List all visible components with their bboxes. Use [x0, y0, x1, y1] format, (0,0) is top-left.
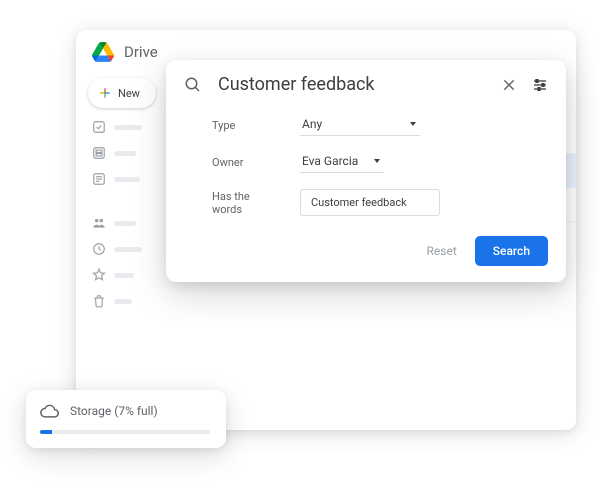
- chevron-down-icon: [410, 122, 416, 126]
- chevron-down-icon: [374, 159, 380, 163]
- storage-progress: [40, 430, 210, 434]
- sidebar: New: [76, 70, 162, 316]
- storage-card[interactable]: Storage (7% full): [26, 390, 226, 448]
- sidebar-item[interactable]: [92, 146, 152, 160]
- search-icon: [184, 76, 202, 94]
- new-button[interactable]: New: [88, 78, 156, 108]
- filter-owner-row: Owner Eva Garcia: [212, 152, 544, 173]
- clock-icon: [92, 242, 106, 256]
- search-button[interactable]: Search: [475, 236, 548, 266]
- people-icon: [92, 216, 106, 230]
- tune-icon[interactable]: [532, 77, 548, 93]
- new-button-label: New: [118, 87, 140, 100]
- drive-logo-icon: [92, 42, 114, 62]
- star-icon: [92, 268, 106, 282]
- storage-square-icon: [92, 146, 106, 160]
- sidebar-item[interactable]: [92, 172, 152, 186]
- close-icon[interactable]: [502, 78, 516, 92]
- plus-icon: [98, 86, 112, 100]
- reset-button[interactable]: Reset: [427, 244, 457, 258]
- filter-type-select[interactable]: Any: [300, 115, 420, 136]
- filter-owner-select[interactable]: Eva Garcia: [300, 152, 384, 173]
- sidebar-item[interactable]: [92, 242, 152, 256]
- trash-icon: [92, 294, 106, 308]
- sidebar-item[interactable]: [92, 216, 152, 230]
- sidebar-item[interactable]: [92, 120, 152, 134]
- filter-owner-label: Owner: [212, 156, 282, 169]
- filter-owner-value: Eva Garcia: [302, 154, 358, 168]
- filter-type-label: Type: [212, 119, 282, 132]
- filter-haswords-input[interactable]: [300, 189, 440, 216]
- sidebar-item[interactable]: [92, 268, 152, 282]
- check-square-icon: [92, 120, 106, 134]
- filter-type-value: Any: [302, 117, 322, 131]
- search-input[interactable]: [218, 74, 486, 95]
- filter-type-row: Type Any: [212, 115, 544, 136]
- sidebar-item[interactable]: [92, 294, 152, 308]
- storage-label: Storage (7% full): [70, 404, 158, 418]
- news-square-icon: [92, 172, 106, 186]
- cloud-icon: [40, 404, 60, 418]
- filter-haswords-row: Has the words: [212, 189, 544, 216]
- filter-haswords-label: Has the words: [212, 190, 282, 216]
- app-name: Drive: [124, 43, 158, 61]
- storage-progress-fill: [40, 430, 52, 434]
- search-panel: Type Any Owner Eva Garcia Has the words …: [166, 60, 566, 282]
